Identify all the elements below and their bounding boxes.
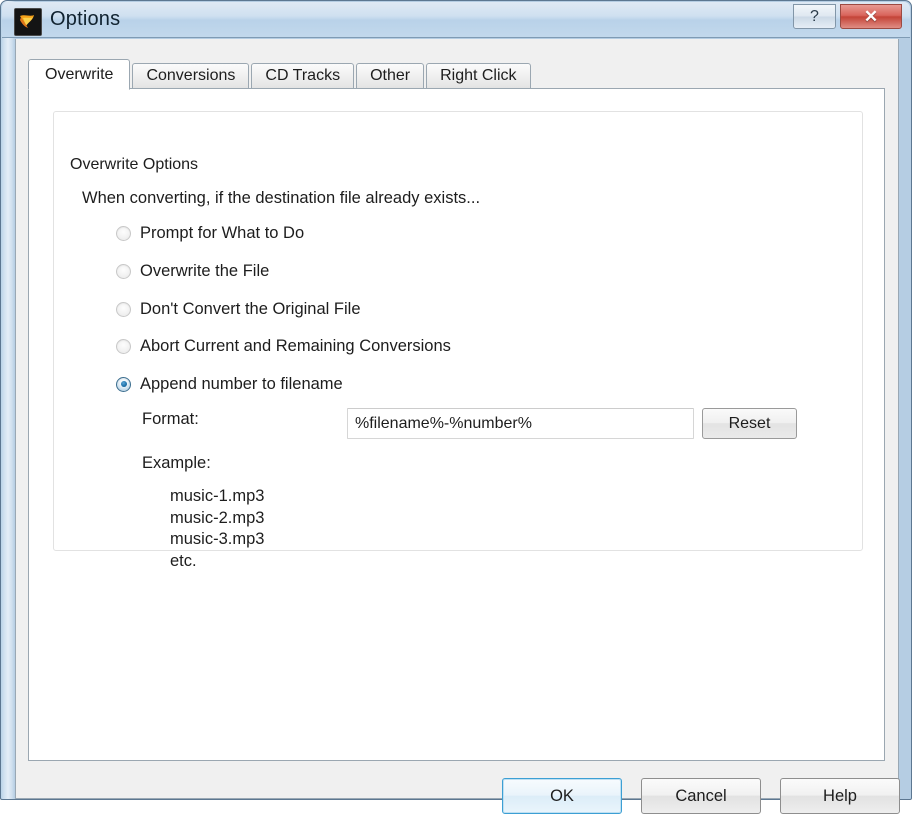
options-window: Options ? ✕ Overwrite Conversions CD Tra…	[0, 0, 912, 814]
help-button-footer[interactable]: Help	[780, 778, 900, 814]
tab-cd-tracks[interactable]: CD Tracks	[251, 63, 355, 89]
window-title: Options	[50, 8, 121, 30]
tab-conversions[interactable]: Conversions	[132, 63, 250, 89]
tab-strip: Overwrite Conversions CD Tracks Other Ri…	[28, 59, 533, 90]
intro-text: When converting, if the destination file…	[82, 189, 481, 207]
radio-label: Don't Convert the Original File	[140, 299, 361, 318]
ok-button[interactable]: OK	[502, 778, 622, 814]
radio-label: Abort Current and Remaining Conversions	[140, 336, 451, 355]
radio-indicator[interactable]	[116, 225, 131, 241]
radio-indicator[interactable]	[116, 263, 131, 279]
reset-button[interactable]: Reset	[702, 408, 797, 439]
radio-append-number[interactable]: Append number to filename	[116, 373, 343, 395]
dialog-client: Overwrite Conversions CD Tracks Other Ri…	[15, 39, 900, 814]
group-legend: Overwrite Options	[64, 156, 205, 174]
radio-indicator[interactable]	[116, 301, 131, 317]
tab-overwrite[interactable]: Overwrite	[28, 59, 131, 90]
format-label: Format:	[142, 410, 199, 428]
radio-overwrite-the-file[interactable]: Overwrite the File	[116, 260, 269, 282]
dialog-footer: OK Cancel Help	[16, 761, 900, 814]
radio-label: Prompt for What to Do	[140, 223, 305, 242]
caption-buttons: ? ✕	[793, 4, 902, 30]
radio-indicator[interactable]	[116, 338, 131, 354]
help-button[interactable]: ?	[793, 4, 836, 29]
tab-right-click[interactable]: Right Click	[426, 63, 531, 89]
overwrite-options-group	[53, 111, 863, 551]
radio-prompt-for-what-to-do[interactable]: Prompt for What to Do	[116, 222, 304, 244]
radio-label: Overwrite the File	[140, 261, 270, 280]
radio-dont-convert-original[interactable]: Don't Convert the Original File	[116, 298, 361, 320]
cancel-button[interactable]: Cancel	[641, 778, 761, 814]
example-filenames: music-1.mp3 music-2.mp3 music-3.mp3 etc.	[170, 487, 265, 570]
radio-label: Append number to filename	[140, 374, 343, 393]
flame-app-icon	[14, 8, 42, 36]
close-icon[interactable]: ✕	[840, 4, 902, 29]
format-input[interactable]	[347, 408, 694, 439]
radio-abort-conversions[interactable]: Abort Current and Remaining Conversions	[116, 335, 451, 357]
example-label: Example:	[142, 454, 211, 472]
tab-other[interactable]: Other	[356, 63, 425, 89]
radio-indicator-selected[interactable]	[116, 376, 131, 392]
title-bar: Options ? ✕	[2, 2, 910, 38]
